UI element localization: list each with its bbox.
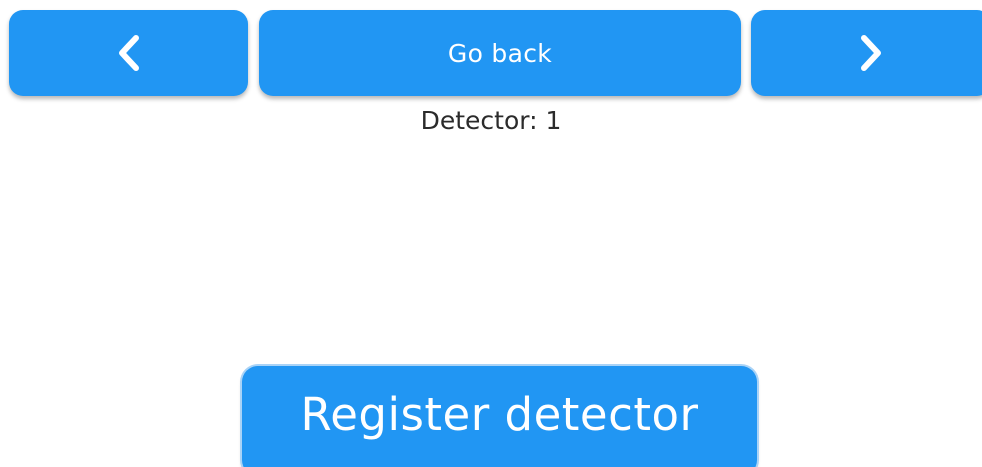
register-detector-label: Register detector [300,387,699,441]
detector-screen: Go back Detector: 1 Register detector [0,0,982,467]
next-button[interactable] [751,10,982,96]
go-back-label: Go back [447,38,553,68]
detector-label: Detector: 1 [420,106,562,135]
chevron-right-icon [858,34,884,72]
chevron-left-icon [116,34,142,72]
previous-button[interactable] [9,10,248,96]
go-back-button[interactable]: Go back [259,10,741,96]
register-detector-button[interactable]: Register detector [242,366,757,467]
